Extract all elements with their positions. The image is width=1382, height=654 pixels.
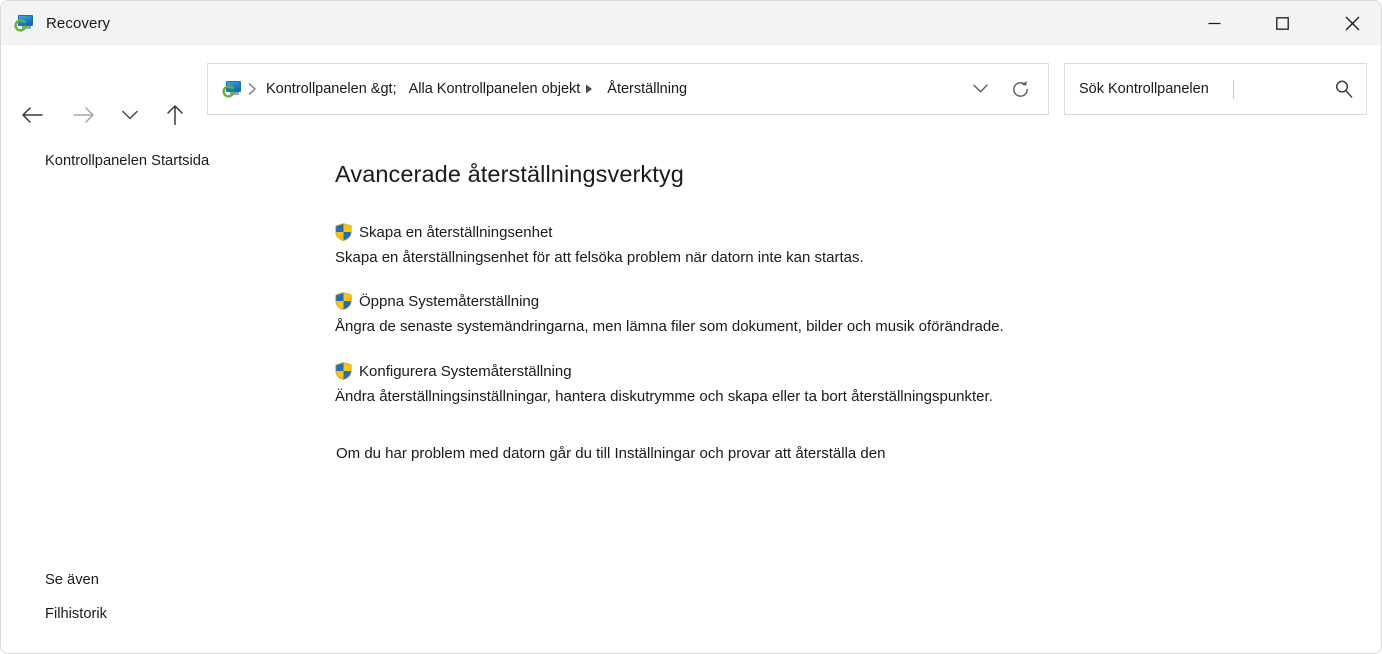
sidebar-item-file-history[interactable]: Filhistorik [45, 606, 107, 622]
main-content: Avancerade återställningsverktyg Skapa e… [335, 125, 1381, 653]
breadcrumb-item-control-panel[interactable]: Kontrollpanelen &gt; [264, 77, 399, 101]
uac-shield-icon [335, 362, 352, 380]
task-header[interactable]: Skapa en återställningsenhet [335, 222, 864, 242]
task-link[interactable]: Skapa en återställningsenhet [359, 224, 552, 241]
search-input[interactable]: Sök Kontrollpanelen [1079, 81, 1209, 97]
close-icon[interactable] [1329, 1, 1375, 45]
task-link[interactable]: Öppna Systemåterställning [359, 293, 539, 310]
task-description: Ångra de senaste systemändringarna, men … [335, 318, 1004, 335]
control-panel-icon [222, 79, 242, 99]
minimize-icon[interactable] [1191, 1, 1237, 45]
sidebar: Kontrollpanelen Startsida Se även Filhis… [1, 125, 335, 653]
breadcrumb-item-all-items[interactable]: Alla Kontrollpanelen objekt [407, 77, 583, 101]
footnote-text: Om du har problem med datorn går du till… [336, 445, 886, 462]
page-title: Avancerade återställningsverktyg [335, 161, 684, 187]
breadcrumb-separator-icon [242, 83, 262, 95]
uac-shield-icon [335, 292, 352, 310]
search-box[interactable]: Sök Kontrollpanelen [1064, 63, 1367, 115]
uac-shield-icon [335, 223, 352, 241]
title-bar: Recovery [1, 1, 1381, 45]
breadcrumb-separator-filled-icon[interactable] [581, 84, 597, 94]
task-description: Ändra återställningsinställningar, hante… [335, 388, 993, 405]
window-controls [1191, 1, 1381, 45]
task-item: Skapa en återställningsenhet Skapa en åt… [335, 222, 864, 266]
navigation-bar: Kontrollpanelen &gt; Alla Kontrollpanele… [1, 45, 1381, 126]
recovery-window: Recovery Kontrollpanelen &gt; Alla Kontr… [0, 0, 1382, 654]
search-caret [1232, 79, 1234, 99]
task-description: Skapa en återställningsenhet för att fel… [335, 249, 864, 266]
task-item: Konfigurera Systemåterställning Ändra åt… [335, 361, 993, 405]
sidebar-heading-see-also: Se även [45, 572, 99, 588]
sidebar-item-control-panel-home[interactable]: Kontrollpanelen Startsida [45, 153, 209, 169]
task-header[interactable]: Konfigurera Systemåterställning [335, 361, 993, 381]
task-header[interactable]: Öppna Systemåterställning [335, 291, 1004, 311]
maximize-icon[interactable] [1259, 1, 1305, 45]
task-link[interactable]: Konfigurera Systemåterställning [359, 363, 572, 380]
task-item: Öppna Systemåterställning Ångra de senas… [335, 291, 1004, 335]
breadcrumb-item-recovery[interactable]: Återställning [605, 77, 689, 101]
recovery-monitor-icon [14, 13, 34, 33]
address-dropdown-chevron-down-icon[interactable] [960, 64, 1000, 114]
window-title: Recovery [46, 14, 111, 32]
refresh-icon[interactable] [1000, 64, 1040, 114]
address-bar[interactable]: Kontrollpanelen &gt; Alla Kontrollpanele… [207, 63, 1049, 115]
search-icon[interactable] [1322, 64, 1366, 114]
